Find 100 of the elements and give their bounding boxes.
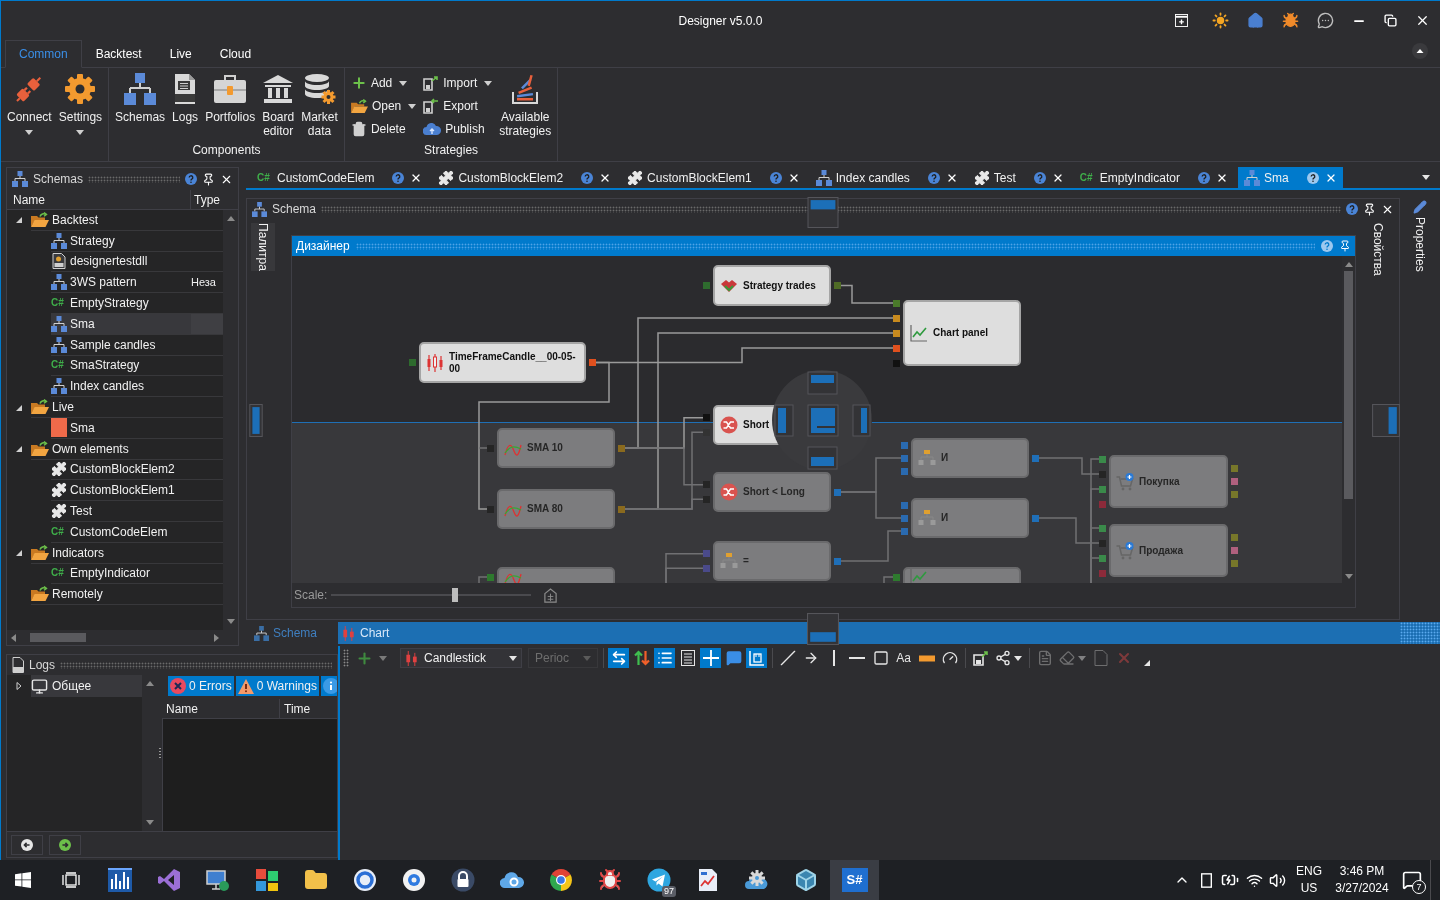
chat-icon[interactable] bbox=[1317, 12, 1334, 29]
document-tab[interactable]: C# EmptyIndicator bbox=[1073, 167, 1234, 188]
document-tab[interactable]: C# CustomCodeElem bbox=[251, 167, 429, 188]
ribbon-button[interactable]: Publish bbox=[423, 119, 493, 139]
dock-guide-icon[interactable] bbox=[807, 197, 839, 228]
help-icon[interactable] bbox=[1033, 171, 1046, 184]
ribbon-tab[interactable]: Cloud bbox=[205, 40, 266, 68]
clock-time[interactable]: 3:46 PM bbox=[1339, 863, 1385, 880]
help-icon[interactable] bbox=[1306, 171, 1319, 184]
rectangle-icon[interactable] bbox=[1200, 872, 1212, 888]
tree-item[interactable]: Sma bbox=[51, 417, 191, 439]
scroll-down-icon[interactable] bbox=[226, 619, 235, 624]
ribbon-tab[interactable]: Live bbox=[155, 40, 206, 68]
tool-button[interactable] bbox=[631, 648, 652, 668]
scrollbar[interactable] bbox=[223, 210, 238, 630]
document-tab[interactable]: CustomBlockElem1 bbox=[621, 167, 806, 188]
pin-icon[interactable] bbox=[1363, 202, 1376, 216]
document-tab[interactable]: CustomBlockElem2 bbox=[432, 167, 618, 188]
taskbar-button[interactable]: 97 bbox=[634, 860, 683, 900]
scroll-down-icon[interactable] bbox=[145, 820, 154, 825]
ribbon-button[interactable]: Open bbox=[350, 96, 417, 116]
help-icon[interactable] bbox=[1197, 171, 1210, 184]
collapse-arrow-icon[interactable] bbox=[15, 403, 23, 412]
scrollbar-thumb[interactable] bbox=[1344, 271, 1353, 499]
scroll-down-icon[interactable] bbox=[1344, 574, 1353, 579]
dock-guide-icon[interactable] bbox=[1371, 404, 1401, 437]
tree-item[interactable]: Test bbox=[51, 501, 191, 522]
ribbon-button[interactable]: Market data bbox=[299, 73, 340, 138]
back-button[interactable] bbox=[11, 834, 43, 855]
scrollbar[interactable] bbox=[7, 630, 238, 645]
ribbon-tab[interactable]: Common bbox=[5, 40, 82, 68]
tabs-menu-icon[interactable] bbox=[1422, 175, 1430, 180]
ribbon-button[interactable]: Logs bbox=[170, 73, 201, 124]
scroll-left-icon[interactable] bbox=[11, 633, 16, 642]
window-icon[interactable] bbox=[1175, 14, 1188, 27]
scroll-up-icon[interactable] bbox=[145, 681, 154, 686]
tree-item[interactable]: designertestdll bbox=[51, 251, 191, 273]
dock-guide-icon[interactable] bbox=[246, 404, 266, 437]
tree-item[interactable]: CustomBlockElem1 bbox=[51, 480, 191, 502]
drag-grip[interactable] bbox=[321, 205, 1341, 213]
help-icon[interactable] bbox=[581, 171, 594, 184]
help-icon[interactable] bbox=[185, 173, 197, 185]
dock-compass-icon[interactable] bbox=[769, 367, 875, 473]
house-icon[interactable] bbox=[1247, 12, 1264, 29]
collapse-arrow-icon[interactable] bbox=[15, 549, 23, 558]
expand-arrow-icon[interactable] bbox=[15, 682, 23, 690]
tree-item[interactable]: CustomBlockElem2 bbox=[51, 459, 191, 481]
help-icon[interactable] bbox=[927, 171, 940, 184]
language-label[interactable]: ENG bbox=[1296, 863, 1322, 880]
ribbon-button[interactable]: Import bbox=[423, 73, 493, 93]
ribbon-button[interactable]: Delete bbox=[350, 119, 417, 139]
ribbon-button[interactable]: Add bbox=[350, 73, 417, 93]
tree-item[interactable]: Own elements bbox=[31, 438, 191, 460]
tree-item[interactable]: C# SmaStrategy bbox=[51, 355, 191, 377]
ribbon-button[interactable]: Available strategies bbox=[497, 73, 554, 138]
drag-grip[interactable] bbox=[355, 242, 1315, 250]
notification-icon[interactable] bbox=[1402, 870, 1422, 890]
drag-grip[interactable] bbox=[1400, 622, 1440, 644]
tool-button[interactable] bbox=[993, 648, 1024, 668]
slider-thumb[interactable] bbox=[452, 588, 459, 602]
scroll-up-icon[interactable] bbox=[1344, 262, 1353, 267]
collapse-arrow-icon[interactable] bbox=[15, 445, 23, 454]
tree-item[interactable]: Backtest bbox=[31, 210, 191, 231]
tree-item[interactable]: Live bbox=[31, 397, 191, 418]
ribbon-button[interactable]: Settings bbox=[56, 73, 105, 135]
tool-button[interactable] bbox=[970, 648, 991, 668]
scroll-up-icon[interactable] bbox=[226, 216, 235, 221]
ribbon-button[interactable]: Board editor bbox=[260, 73, 297, 138]
filter-toggle[interactable]: 0 Errors bbox=[168, 676, 234, 696]
filter-toggle[interactable]: 0 Warnings bbox=[235, 676, 319, 696]
drag-grip[interactable] bbox=[60, 661, 332, 669]
tree-item[interactable]: Indicators bbox=[31, 542, 191, 564]
help-icon[interactable] bbox=[1346, 203, 1358, 215]
panel-tab[interactable]: Chart bbox=[338, 622, 1440, 644]
speaker-icon[interactable] bbox=[1268, 871, 1286, 889]
clock-date[interactable]: 3/27/2024 bbox=[1335, 880, 1389, 897]
toolbar-grip[interactable] bbox=[343, 649, 349, 667]
restore-icon[interactable] bbox=[1384, 14, 1397, 27]
help-icon[interactable] bbox=[769, 171, 782, 184]
sun-icon[interactable] bbox=[1212, 12, 1229, 29]
tree-item[interactable]: Strategy bbox=[51, 230, 191, 252]
tree-item[interactable]: Sample candles bbox=[51, 334, 191, 356]
drag-grip[interactable] bbox=[88, 175, 180, 183]
scroll-right-icon[interactable] bbox=[214, 633, 219, 642]
document-tab[interactable]: Index candles bbox=[809, 167, 964, 188]
collapse-arrow-icon[interactable] bbox=[15, 216, 23, 225]
document-tab[interactable]: Test bbox=[967, 167, 1070, 188]
tree-item[interactable]: 3WS pattern bbox=[51, 272, 191, 294]
bug-icon[interactable] bbox=[1282, 12, 1299, 29]
tree-item[interactable]: Sma bbox=[51, 314, 191, 335]
close-icon[interactable] bbox=[1415, 13, 1430, 28]
region-label[interactable]: US bbox=[1300, 880, 1318, 897]
side-tab[interactable]: Палитра bbox=[251, 223, 275, 271]
tree-item[interactable]: Remotely bbox=[31, 584, 191, 606]
help-icon[interactable] bbox=[392, 171, 405, 184]
document-tab[interactable]: Sma bbox=[1237, 167, 1343, 188]
filter-toggle[interactable] bbox=[320, 676, 337, 696]
chart-type-dropdown[interactable]: Candlestick bbox=[400, 648, 522, 668]
ribbon-button[interactable]: Connect bbox=[5, 73, 54, 135]
tree-item[interactable]: Index candles bbox=[51, 376, 191, 398]
